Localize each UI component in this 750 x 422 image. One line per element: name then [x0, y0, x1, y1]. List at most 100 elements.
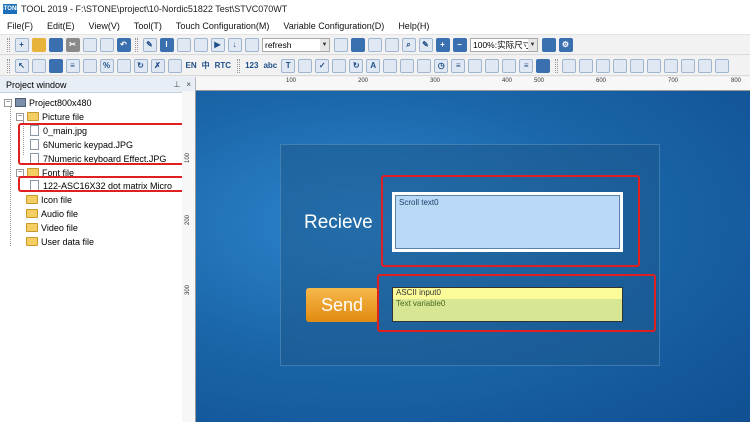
align-top-icon[interactable]: [613, 58, 628, 73]
same-height-icon[interactable]: [715, 58, 730, 73]
export-icon[interactable]: [244, 37, 259, 52]
percent-tool-icon[interactable]: %: [99, 58, 114, 73]
pointer-icon[interactable]: ↖: [14, 58, 29, 73]
text-box-icon[interactable]: T: [281, 58, 296, 73]
zh-language-button[interactable]: 中: [201, 59, 211, 73]
slider-icon[interactable]: [298, 58, 313, 73]
distribute-h-icon[interactable]: [664, 58, 679, 73]
clock-icon[interactable]: ◷: [434, 58, 449, 73]
paste-icon[interactable]: [99, 37, 114, 52]
align-center-icon[interactable]: [579, 58, 594, 73]
tree-node-audio-file[interactable]: Audio file: [26, 207, 78, 220]
font-icon[interactable]: A: [366, 58, 381, 73]
same-width-icon[interactable]: [698, 58, 713, 73]
text-input-button[interactable]: abc: [262, 59, 278, 73]
tools-icon[interactable]: ✗: [150, 58, 165, 73]
keyboard-icon[interactable]: [333, 37, 348, 52]
screen-icon[interactable]: [384, 37, 399, 52]
ruler-vertical: 100 200 300: [182, 91, 196, 422]
download-icon[interactable]: ↓: [227, 37, 242, 52]
open-folder-icon[interactable]: [31, 37, 46, 52]
refresh-icon[interactable]: ↻: [349, 58, 364, 73]
toolbar-grip[interactable]: [7, 37, 10, 52]
zoom-out-icon[interactable]: −: [452, 37, 467, 52]
numbered-list-icon[interactable]: [502, 58, 517, 73]
text-tool-icon[interactable]: I: [159, 37, 174, 52]
new-project-icon[interactable]: +: [14, 37, 29, 52]
button-tool-icon[interactable]: [31, 58, 46, 73]
play-icon[interactable]: ▶: [210, 37, 225, 52]
project-icon: [15, 98, 26, 107]
settings-icon[interactable]: ⚙: [558, 37, 573, 52]
page-icon[interactable]: [193, 37, 208, 52]
tree-node-video-file[interactable]: Video file: [26, 221, 78, 234]
crop-icon[interactable]: [417, 58, 432, 73]
window-title: TOOL 2019 - F:\STONE\project\10-Nordic51…: [21, 4, 288, 14]
calculator-icon[interactable]: [541, 37, 556, 52]
distribute-v-icon[interactable]: [681, 58, 696, 73]
frame-icon[interactable]: [332, 58, 347, 73]
menu-edit[interactable]: Edit(E): [40, 21, 82, 31]
tree-node-picture-file[interactable]: − Picture file: [16, 110, 84, 123]
sort-tool-icon[interactable]: [116, 58, 131, 73]
refresh-select[interactable]: refresh ▼: [262, 37, 330, 52]
table-icon[interactable]: [468, 58, 483, 73]
zoom-icon[interactable]: ⌕: [401, 37, 416, 52]
grid-icon[interactable]: [367, 37, 382, 52]
align-bottom-icon[interactable]: [647, 58, 662, 73]
chevron-down-icon[interactable]: ▼: [528, 38, 537, 51]
number-input-button[interactable]: 123: [244, 59, 259, 73]
collapse-icon[interactable]: −: [4, 98, 12, 107]
image-icon[interactable]: [176, 37, 191, 52]
tree-node-user-data-file[interactable]: User data file: [26, 235, 94, 248]
toolbar-grip[interactable]: [7, 58, 10, 73]
zoom-in-icon[interactable]: +: [435, 37, 450, 52]
list-icon[interactable]: ≡: [451, 58, 466, 73]
wand-icon[interactable]: ✎: [142, 37, 157, 52]
menu-view[interactable]: View(V): [82, 21, 127, 31]
undo-icon[interactable]: ↶: [116, 37, 131, 52]
pin-icon[interactable]: ⊥: [173, 80, 180, 89]
tree-label: Project800x480: [29, 97, 92, 108]
align-right-icon[interactable]: [596, 58, 611, 73]
chevron-down-icon[interactable]: ▼: [320, 38, 329, 51]
zoom-select[interactable]: 100%:实际尺寸 ▼: [470, 37, 538, 52]
design-canvas[interactable]: Recieve Scroll text0 Send ASCII input0 T…: [196, 91, 750, 422]
toolbar-grip[interactable]: [236, 58, 240, 73]
chart-icon[interactable]: [400, 58, 415, 73]
align-left-icon[interactable]: [562, 58, 577, 73]
close-icon[interactable]: ×: [186, 80, 191, 89]
lines-icon[interactable]: ≡: [519, 58, 534, 73]
rtc-button[interactable]: RTC: [214, 59, 232, 73]
list-tool-icon[interactable]: ≡: [65, 58, 80, 73]
save-icon[interactable]: [48, 37, 63, 52]
tree-node-project[interactable]: − Project800x480: [4, 96, 92, 109]
align-tool-icon[interactable]: [82, 58, 97, 73]
toolbar-controls: ↖ ≡ % ↻ ✗ EN 中 RTC 123 abc T ✓ ↻ A ◷ ≡ ≡: [0, 56, 750, 76]
rotate-tool-icon[interactable]: ↻: [133, 58, 148, 73]
menu-file[interactable]: File(F): [0, 21, 40, 31]
cut-icon[interactable]: ✂: [65, 37, 80, 52]
align-middle-icon[interactable]: [630, 58, 645, 73]
pen-icon[interactable]: ✎: [418, 37, 433, 52]
qrcode-icon[interactable]: [485, 58, 500, 73]
toolbar-grip[interactable]: [135, 37, 138, 52]
adjust-tool-icon[interactable]: [167, 58, 182, 73]
layers-icon[interactable]: [350, 37, 365, 52]
display-icon[interactable]: [536, 58, 551, 73]
tree-node-icon-file[interactable]: Icon file: [26, 193, 72, 206]
rectangle-tool-icon[interactable]: [48, 58, 63, 73]
highlight-box-receive: [381, 175, 640, 267]
menu-help[interactable]: Help(H): [391, 21, 436, 31]
check-icon[interactable]: ✓: [315, 58, 330, 73]
send-button[interactable]: Send: [306, 288, 378, 322]
en-language-button[interactable]: EN: [185, 59, 198, 73]
menu-variable-configuration[interactable]: Variable Configuration(D): [276, 21, 391, 31]
folder-icon: [26, 195, 38, 204]
menu-touch-configuration[interactable]: Touch Configuration(M): [169, 21, 277, 31]
collapse-icon[interactable]: −: [16, 112, 24, 121]
menu-tool[interactable]: Tool(T): [127, 21, 169, 31]
copy-icon[interactable]: [82, 37, 97, 52]
toolbar-grip[interactable]: [554, 58, 558, 73]
curve-icon[interactable]: [383, 58, 398, 73]
